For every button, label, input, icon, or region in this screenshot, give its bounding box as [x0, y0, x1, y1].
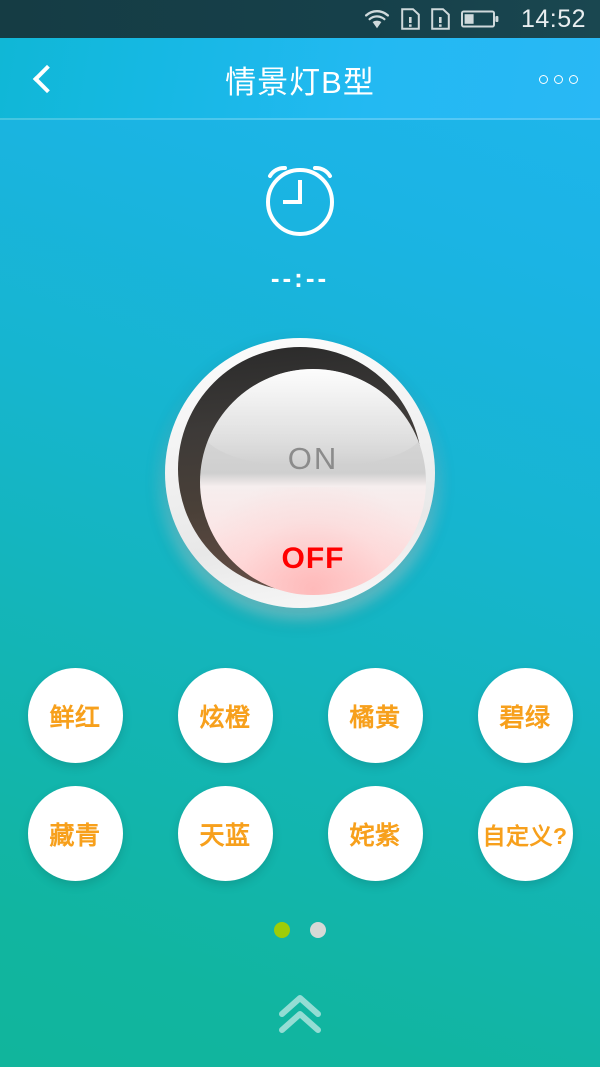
sim-card-alert-icon — [431, 8, 450, 30]
page-dot-inactive[interactable] — [310, 922, 326, 938]
scene-button-label: 炫橙 — [199, 703, 251, 732]
timer-section[interactable]: --:-- — [0, 155, 600, 291]
scene-button-juhuang[interactable]: 橘黄 — [327, 668, 423, 763]
sim-card-alert-icon — [401, 8, 420, 30]
knob-outer-rim: ON OFF — [165, 338, 435, 608]
scene-button-xianhong[interactable]: 鲜红 — [27, 668, 123, 763]
alarm-clock-icon[interactable] — [257, 155, 343, 241]
chevron-double-up-icon[interactable] — [272, 992, 328, 1041]
swipe-up-handle[interactable] — [0, 992, 600, 1041]
timer-value: --:-- — [270, 263, 330, 293]
scene-button-label: 自定义? — [482, 822, 568, 849]
scene-button-zangqing[interactable]: 藏青 — [27, 786, 123, 881]
status-bar-clock: 14:52 — [520, 4, 586, 33]
page-indicator — [0, 922, 600, 938]
scene-button-label: 橘黄 — [349, 703, 401, 732]
dot-icon — [569, 74, 578, 84]
knob-face[interactable]: ON OFF — [200, 369, 426, 595]
dot-icon — [539, 74, 548, 84]
scene-button-label: 碧绿 — [499, 703, 551, 732]
scene-button-custom[interactable]: 自定义? — [477, 786, 573, 881]
wifi-icon — [364, 9, 390, 29]
power-off-label[interactable]: OFF — [200, 544, 426, 574]
more-options-button[interactable] — [539, 38, 578, 120]
dot-icon — [554, 74, 563, 84]
scene-button-label: 藏青 — [49, 821, 101, 850]
scene-button-label: 天蓝 — [199, 821, 251, 850]
scene-button-chazi[interactable]: 姹紫 — [327, 786, 423, 881]
power-on-label[interactable]: ON — [200, 443, 426, 474]
power-knob[interactable]: ON OFF — [157, 334, 443, 620]
scene-button-grid: 鲜红 炫橙 橘黄 碧绿 藏青 天蓝 姹紫 自定义? — [0, 668, 600, 881]
page-title: 情景灯B型 — [225, 64, 375, 100]
scene-button-xuancheng[interactable]: 炫橙 — [177, 668, 273, 763]
scene-button-tianlan[interactable]: 天蓝 — [177, 786, 273, 881]
battery-low-icon — [460, 9, 499, 29]
knob-off-glow — [200, 487, 426, 595]
page-dot-active[interactable] — [274, 922, 290, 938]
status-bar: 14:52 — [0, 0, 600, 38]
title-bar: 情景灯B型 — [0, 38, 600, 120]
scene-button-label: 姹紫 — [349, 821, 401, 850]
scene-button-label: 鲜红 — [49, 703, 101, 732]
scene-button-bilv[interactable]: 碧绿 — [477, 668, 573, 763]
status-icons: 14:52 — [364, 4, 586, 33]
knob-dark-ring: ON OFF — [178, 347, 426, 595]
